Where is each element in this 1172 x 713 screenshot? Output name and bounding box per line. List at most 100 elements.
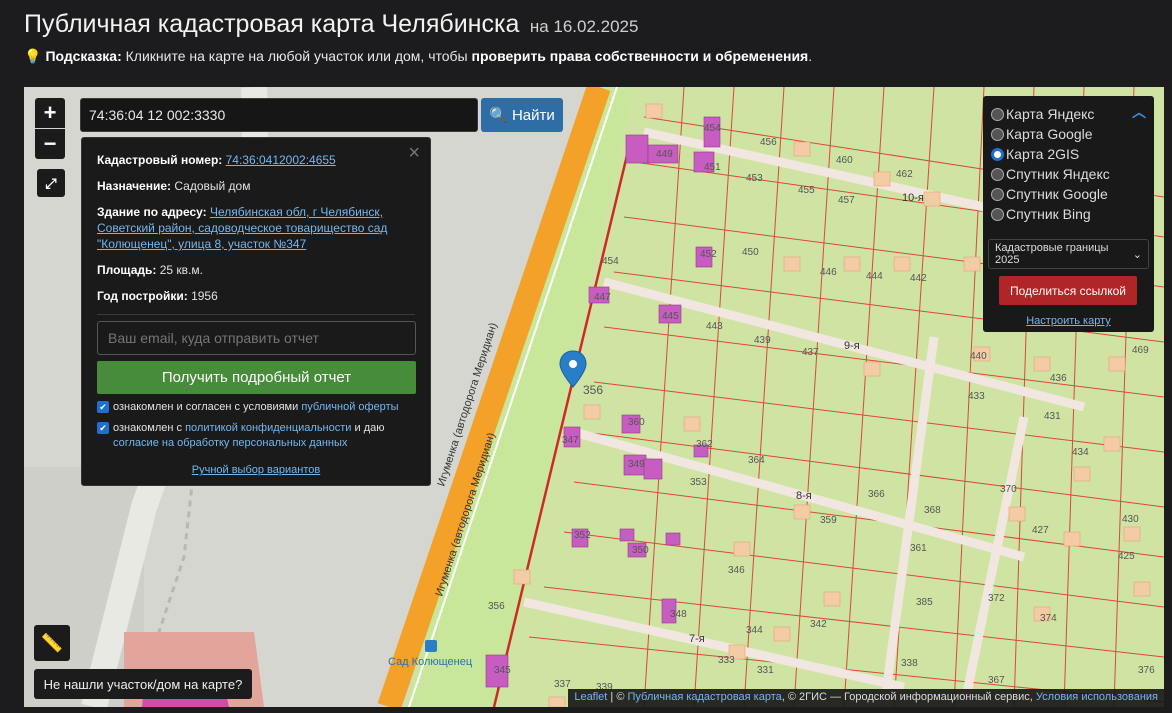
parcel-number: 349 bbox=[628, 459, 645, 470]
email-field[interactable] bbox=[97, 321, 416, 355]
parcel-number: 425 bbox=[1118, 551, 1135, 562]
chevron-down-icon: ⌄ bbox=[1132, 248, 1142, 261]
parcel-number: 449 bbox=[656, 149, 673, 160]
parcel-number: 361 bbox=[910, 543, 927, 554]
cadastral-row: Кадастровый номер: 74:36:0412002:4655 bbox=[97, 152, 415, 168]
bus-stop-icon[interactable] bbox=[425, 640, 437, 652]
parcel-number: 431 bbox=[1044, 411, 1061, 422]
parcel-number: 440 bbox=[970, 351, 987, 362]
offer-text: ознакомлен и согласен с условиями публич… bbox=[113, 400, 399, 415]
borders-select[interactable]: Кадастровые границы 2025 ⌄ bbox=[988, 239, 1149, 269]
purpose-row: Назначение: Садовый дом bbox=[97, 178, 415, 194]
offer-checkbox[interactable]: ✔ bbox=[97, 401, 109, 413]
pkk-link[interactable]: Публичная кадастровая карта bbox=[628, 691, 782, 703]
parcel-number: 434 bbox=[1072, 447, 1089, 458]
page-header: Публичная кадастровая карта Челябинска н… bbox=[24, 10, 1154, 46]
year-label: Год постройки: bbox=[97, 289, 188, 303]
parcel-number: 372 bbox=[988, 593, 1005, 604]
parcel-number: 366 bbox=[868, 489, 885, 500]
close-icon[interactable]: × bbox=[408, 142, 420, 165]
area-row: Площадь: 25 кв.м. bbox=[97, 262, 415, 278]
radio-icon[interactable] bbox=[991, 167, 1004, 181]
layer-option-google-satellite[interactable]: Спутник Google bbox=[991, 184, 1146, 204]
radio-icon[interactable] bbox=[991, 107, 1004, 121]
data-consent-link[interactable]: согласие на обработку персональных данны… bbox=[113, 437, 347, 449]
parcel-number: 456 bbox=[760, 137, 777, 148]
area-value: 25 кв.м. bbox=[159, 263, 203, 277]
privacy-text: ознакомлен с политикой конфиденциальност… bbox=[113, 421, 415, 451]
parcel-number: 454 bbox=[602, 256, 619, 267]
find-button[interactable]: 🔍 Найти bbox=[481, 98, 563, 132]
layer-label: Карта Яндекс bbox=[1006, 106, 1095, 122]
radio-icon[interactable] bbox=[991, 207, 1004, 221]
radio-selected-icon[interactable] bbox=[991, 147, 1004, 161]
hint-bold: проверить права собственности и обремене… bbox=[471, 48, 809, 64]
attribution-sep: | © bbox=[607, 691, 628, 703]
manual-choice-label[interactable]: Ручной выбор вариантов bbox=[192, 464, 320, 476]
parcel-number: 362 bbox=[696, 439, 713, 450]
ruler-icon[interactable]: 📏 bbox=[34, 625, 70, 661]
terms-link[interactable]: Условия использования bbox=[1036, 691, 1158, 703]
privacy-text-a: ознакомлен с bbox=[113, 422, 183, 434]
parcel-number: 345 bbox=[494, 665, 511, 676]
lightbulb-icon: 💡 bbox=[24, 48, 42, 64]
address-row: Здание по адресу: Челябинская обл, г Чел… bbox=[97, 204, 415, 252]
setup-map-link[interactable]: Настроить карту bbox=[983, 315, 1154, 327]
layer-option-yandex-map[interactable]: Карта Яндекс bbox=[991, 104, 1146, 124]
street-label-10: 10-я bbox=[902, 192, 924, 204]
layer-label: Карта 2GIS bbox=[1006, 146, 1080, 162]
layer-option-google-map[interactable]: Карта Google bbox=[991, 124, 1146, 144]
parcel-number: 469 bbox=[1132, 345, 1149, 356]
hint-label: Подсказка: bbox=[45, 48, 122, 64]
area-label: Площадь: bbox=[97, 263, 157, 277]
radio-icon[interactable] bbox=[991, 187, 1004, 201]
manual-choice-link[interactable]: Ручной выбор вариантов bbox=[82, 464, 430, 476]
page-title: Публичная кадастровая карта Челябинска bbox=[24, 10, 520, 38]
privacy-text-b: и даю bbox=[354, 422, 385, 434]
zoom-in-button[interactable]: + bbox=[35, 98, 65, 128]
parcel-number: 360 bbox=[628, 417, 645, 428]
parcel-number: 348 bbox=[670, 609, 687, 620]
radio-icon[interactable] bbox=[991, 127, 1004, 141]
cadastral-label: Кадастровый номер: bbox=[97, 153, 223, 167]
offer-text-label: ознакомлен и согласен с условиями bbox=[113, 401, 299, 413]
share-link-button[interactable]: Поделиться ссылкой bbox=[999, 276, 1137, 305]
offer-agreement-row: ✔ ознакомлен и согласен с условиями публ… bbox=[97, 400, 415, 415]
parcel-number: 453 bbox=[746, 173, 763, 184]
offer-link[interactable]: публичной оферты bbox=[301, 401, 398, 413]
map[interactable]: Игуменка (автодорога Меридиан) Игуменка … bbox=[24, 87, 1164, 707]
cadastral-search-input[interactable] bbox=[80, 98, 478, 132]
parcel-number: 333 bbox=[718, 655, 735, 666]
chevron-up-icon[interactable]: ︿ bbox=[1132, 102, 1146, 122]
fullscreen-icon[interactable]: ⤢ bbox=[37, 169, 65, 197]
parcel-number: 433 bbox=[968, 391, 985, 402]
zoom-out-button[interactable]: − bbox=[35, 129, 65, 159]
parcel-number: 338 bbox=[901, 658, 918, 669]
parcel-number: 460 bbox=[836, 155, 853, 166]
not-found-button[interactable]: Не нашли участок/дом на карте? bbox=[34, 669, 252, 699]
layer-option-bing-satellite[interactable]: Спутник Bing bbox=[991, 204, 1146, 224]
parcel-number: 342 bbox=[810, 619, 827, 630]
privacy-checkbox[interactable]: ✔ bbox=[97, 422, 109, 434]
hint-line: 💡 Подсказка: Кликните на карте на любой у… bbox=[24, 48, 812, 65]
parcel-number: 447 bbox=[594, 292, 611, 303]
street-label-7: 7-я bbox=[689, 633, 705, 645]
parcel-number: 462 bbox=[896, 169, 913, 180]
setup-map-label[interactable]: Настроить карту bbox=[1026, 315, 1111, 327]
layer-label: Спутник Google bbox=[1006, 186, 1108, 202]
layer-option-2gis-map[interactable]: Карта 2GIS bbox=[991, 144, 1146, 164]
parcel-number: 347 bbox=[562, 435, 579, 446]
cadastral-link[interactable]: 74:36:0412002:4655 bbox=[226, 153, 336, 167]
parcel-number: 353 bbox=[690, 477, 707, 488]
parcel-number: 370 bbox=[1000, 484, 1017, 495]
parcel-number: 443 bbox=[706, 321, 723, 332]
address-label: Здание по адресу: bbox=[97, 205, 207, 219]
attribution: Leaflet | © Публичная кадастровая карта,… bbox=[568, 689, 1164, 707]
page-date: на 16.02.2025 bbox=[529, 17, 639, 36]
get-report-button[interactable]: Получить подробный отчет bbox=[97, 361, 416, 394]
layer-label: Спутник Bing bbox=[1006, 206, 1091, 222]
privacy-policy-link[interactable]: политикой конфиденциальности bbox=[185, 422, 351, 434]
layer-label: Карта Google bbox=[1006, 126, 1093, 142]
leaflet-link[interactable]: Leaflet bbox=[574, 691, 607, 703]
layer-option-yandex-satellite[interactable]: Спутник Яндекс bbox=[991, 164, 1146, 184]
